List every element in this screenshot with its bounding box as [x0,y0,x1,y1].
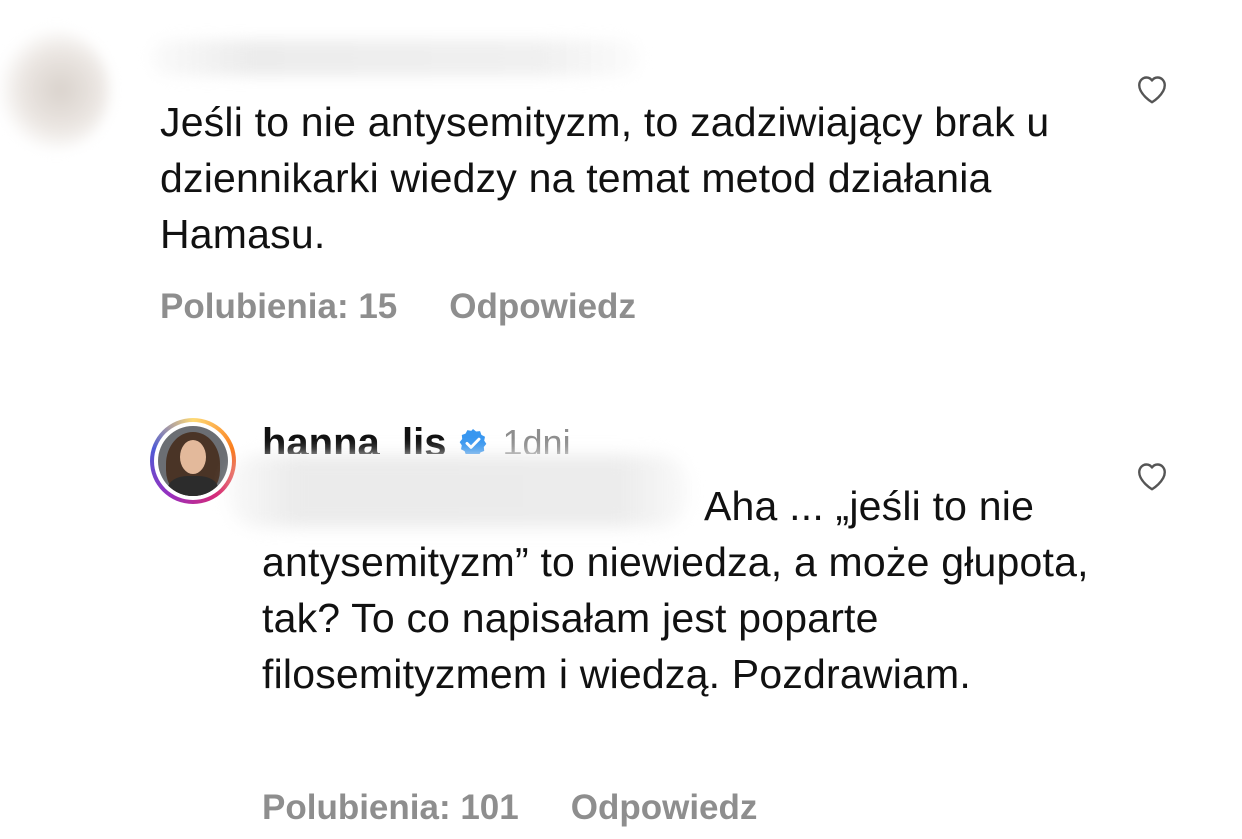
heart-outline-icon [1138,463,1166,491]
reply-button[interactable]: Odpowiedz [449,287,636,327]
comment-meta: Polubienia: 101 Odpowiedz [262,788,757,828]
reply-button[interactable]: Odpowiedz [571,788,758,828]
likes-count[interactable]: Polubienia: 15 [160,287,397,327]
comment-meta: Polubienia: 15 Odpowiedz [160,287,636,327]
comment: Jeśli to nie antysemityzm, to zadziwiają… [0,0,1242,360]
reply-comment: hanna_lis 1dni Aha ... „jeśli to nie ant… [0,400,1242,839]
avatar[interactable] [150,418,236,504]
comment-body: Aha ... „jeśli to nie antysemityzm” to n… [262,483,1089,697]
blurred-username [150,40,640,76]
like-button[interactable] [1132,455,1172,495]
comment-text: Aha ... „jeśli to nie antysemityzm” to n… [262,478,1092,702]
avatar-photo [158,426,228,496]
likes-count[interactable]: Polubienia: 101 [262,788,519,828]
blurred-avatar [0,30,110,150]
comment-text: Jeśli to nie antysemityzm, to zadziwiają… [160,99,1050,257]
